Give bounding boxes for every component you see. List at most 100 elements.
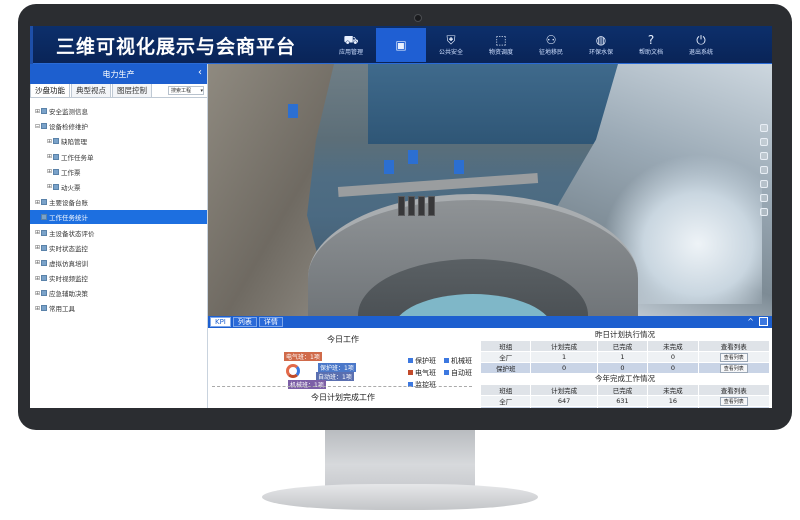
tree-item[interactable]: ⊞ 实时视频监控: [30, 271, 207, 285]
view-list-button[interactable]: 查看列表: [719, 363, 748, 373]
tab-detail[interactable]: 详情: [258, 317, 283, 327]
table-cell: 查看列表: [697, 351, 770, 363]
nav-item[interactable]: ? 帮助文档: [626, 28, 676, 62]
expand-icon[interactable]: ⊞: [34, 244, 41, 251]
tab-list[interactable]: 列表: [232, 317, 257, 327]
folder-icon: [41, 290, 47, 297]
expand-icon[interactable]: ⊞: [46, 183, 53, 190]
tree-item[interactable]: ⊞ 安全监测信息: [30, 104, 207, 118]
nav-item[interactable]: ◍ 环保水保: [576, 28, 626, 62]
legend-label: 自动班: [451, 369, 472, 377]
tree-item[interactable]: ⊞ 主设备状态评价: [30, 226, 207, 240]
stats-tables: 昨日计划执行情况 班组 计划完成 已完成 未完成 查看列表 全厂 1 1 0 查看列表 保护班 0 0 0 查…: [480, 330, 770, 408]
expand-icon[interactable]: ⊞: [34, 108, 41, 115]
bottom-tabbar: KPI 列表 详情 ^: [208, 316, 772, 328]
table-cell: 647: [530, 395, 598, 407]
legend-swatch: [408, 358, 413, 363]
zoom-out-tool[interactable]: [760, 138, 768, 146]
expand-icon[interactable]: ⊞: [34, 199, 41, 206]
tree-item[interactable]: 工作任务统计: [30, 210, 207, 225]
donut-label: 电气班：1项: [284, 352, 322, 361]
maximize-icon[interactable]: [759, 317, 768, 326]
folder-icon: [53, 138, 59, 145]
legend-label: 机械班: [451, 357, 472, 365]
nav-item[interactable]: ⛟ 应用管理: [326, 28, 376, 62]
collapse-up-icon[interactable]: ^: [747, 317, 754, 326]
legend-label: 监控班: [415, 381, 436, 389]
app-header: 三维可视化展示与会商平台 ⛟ 应用管理 ▣ ⛨ 公共安全 ⬚ 物资调度 ⚇ 征地移民 ◍ 环保水保?…: [30, 26, 772, 86]
view-list-button[interactable]: 查看列表: [719, 396, 748, 406]
expand-icon[interactable]: ⊞: [46, 153, 53, 160]
tree-item-label: 工作任务单: [61, 153, 94, 162]
tab-kpi[interactable]: KPI: [210, 317, 231, 327]
tab-sandbox[interactable]: 沙盘功能: [30, 83, 70, 97]
search-input[interactable]: 搜索工程 ▾: [168, 86, 204, 95]
reservoir: [368, 64, 628, 144]
tree-item[interactable]: ⊞ 工作票: [30, 165, 207, 179]
expand-icon[interactable]: ⊞: [46, 138, 53, 145]
power-icon: ⏻: [696, 33, 706, 47]
expand-icon[interactable]: ⊞: [34, 259, 41, 266]
fullscreen-tool[interactable]: [760, 208, 768, 216]
panel-controls: ^: [747, 317, 768, 326]
view-list-button[interactable]: 查看列表: [719, 407, 748, 408]
nav-item-label: 应用管理: [338, 49, 363, 56]
tree-item[interactable]: ⊞ 工作任务单: [30, 150, 207, 164]
tree-item[interactable]: ⊞ 应急辅助决策: [30, 286, 207, 300]
table-cell: 0: [647, 351, 699, 363]
tree-item[interactable]: ⊞ 虚拟仿真培训: [30, 256, 207, 270]
divider: [212, 386, 472, 387]
tree-item[interactable]: ⊟ 设备检修维护: [30, 119, 207, 133]
table-cell: 1: [530, 351, 598, 363]
table-cell: 查看列表: [697, 406, 770, 408]
app-screen: 三维可视化展示与会商平台 ⛟ 应用管理 ▣ ⛨ 公共安全 ⬚ 物资调度 ⚇ 征地移民 ◍ 环保水保?…: [30, 26, 772, 408]
scene-toolbar: [758, 64, 770, 316]
table-row: 保护班99990查看列表: [480, 406, 770, 408]
nav-item[interactable]: ⬚ 物资调度: [476, 28, 526, 62]
rotate-tool[interactable]: [760, 152, 768, 160]
tree-item-label: 安全监测信息: [49, 108, 88, 116]
table-cell: 查看列表: [697, 395, 770, 407]
measure-tool[interactable]: [760, 166, 768, 174]
nav-item-label: 退出系统: [688, 49, 713, 56]
table-cell: 0: [647, 362, 699, 374]
expand-icon[interactable]: ⊞: [34, 229, 41, 236]
tree-item-label: 设备检修维护: [49, 123, 88, 132]
tree-item-label: 动火票: [61, 183, 81, 192]
tree-item[interactable]: ⊞ 缺陷管理: [30, 134, 207, 148]
tab-layers[interactable]: 图层控制: [112, 83, 152, 97]
nav-item[interactable]: ⏻ 退出系统: [676, 28, 726, 62]
layer-tool[interactable]: [760, 180, 768, 188]
collapse-icon[interactable]: ‹: [198, 67, 202, 78]
nav-item-label: 公共安全: [438, 49, 463, 56]
tab-viewpoints[interactable]: 典型视点: [71, 83, 111, 97]
tree-item-label: 缺陷管理: [61, 138, 87, 147]
tree-item[interactable]: ⊞ 实时状态监控: [30, 241, 207, 255]
reset-view-tool[interactable]: [760, 194, 768, 202]
expand-icon[interactable]: ⊞: [46, 168, 53, 175]
column-header: 已完成: [596, 384, 649, 396]
3d-dam-scene[interactable]: [208, 64, 772, 316]
tree-item[interactable]: ⊞ 动火票: [30, 180, 207, 194]
legend-swatch: [408, 370, 413, 375]
expand-icon[interactable]: ⊟: [34, 123, 41, 130]
folder-icon: [41, 108, 47, 114]
box-icon: ⬚: [495, 33, 507, 47]
tree-item[interactable]: ⊞ 主要设备台账: [30, 195, 207, 209]
expand-icon[interactable]: ⊞: [34, 290, 41, 297]
expand-icon[interactable]: ⊞: [34, 275, 41, 282]
tree-item[interactable]: ⊞ 常用工具: [30, 301, 207, 315]
nav-item[interactable]: ⛨ 公共安全: [426, 28, 476, 62]
zoom-in-tool[interactable]: [760, 124, 768, 132]
table-row: 保护班 0 0 0 查看列表: [480, 362, 770, 374]
expand-icon[interactable]: ⊞: [34, 305, 41, 312]
stats-table: 班组 计划完成 已完成 未完成 查看列表 全厂 1 1 0 查看列表 保护班 0 0 0 查看列表: [480, 340, 770, 374]
dam-crest-road: [337, 173, 539, 197]
tree-item-label: 工作任务统计: [49, 214, 88, 223]
nav-item[interactable]: ⚇ 征地移民: [526, 28, 576, 62]
kpi-plan-title: 今日计划完成工作: [311, 393, 375, 402]
camera-dot: [414, 14, 422, 22]
nav-item[interactable]: ▣: [376, 28, 426, 62]
view-list-button[interactable]: 查看列表: [719, 352, 748, 362]
folder-icon: [53, 168, 59, 175]
